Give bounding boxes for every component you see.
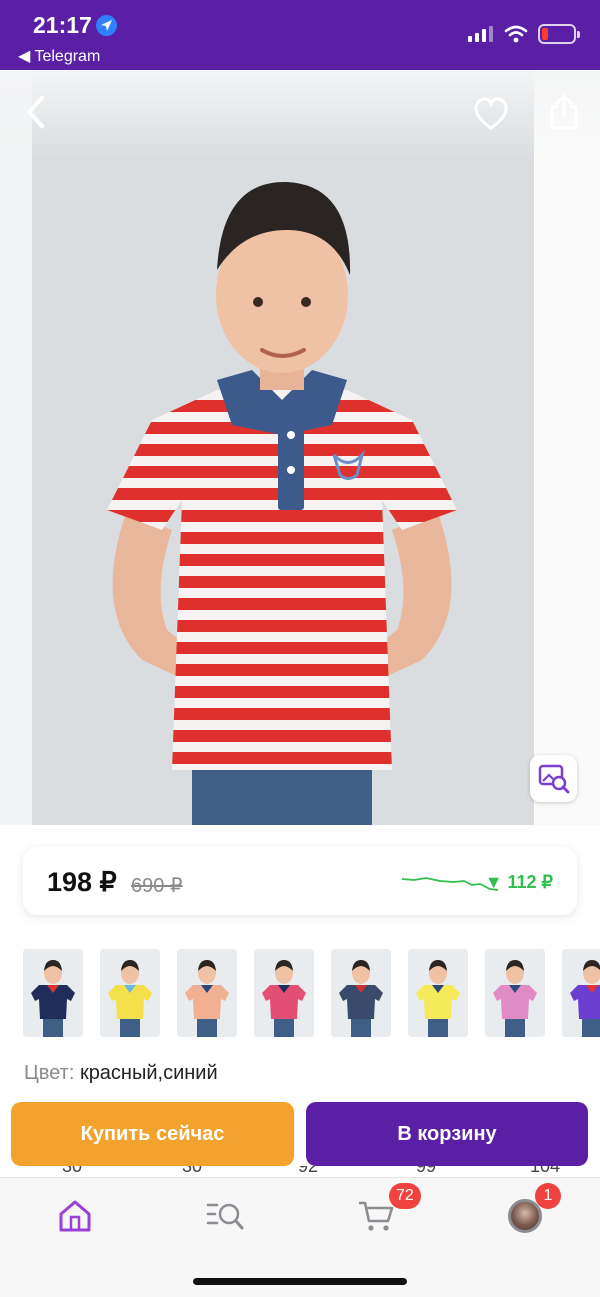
old-price: 690 ₽ — [131, 875, 183, 897]
peek-value: 92 — [298, 1166, 319, 1176]
product-photo-boy-striped-polo — [107, 181, 457, 825]
nav-catalog-search[interactable] — [201, 1194, 249, 1238]
chevron-left-icon — [27, 96, 44, 128]
status-bar: 21:17 ◀ Telegram — [0, 0, 600, 70]
color-info: Цвет: красный,синий — [24, 1062, 218, 1085]
battery-icon — [538, 24, 580, 44]
variant-thumbnail[interactable] — [408, 949, 468, 1037]
favorite-button[interactable] — [469, 92, 513, 136]
price-card: 198 ₽ 690 ₽ ▼ 112 ₽ — [23, 847, 577, 915]
product-image-gallery[interactable] — [0, 70, 600, 825]
variant-thumbnail[interactable] — [100, 949, 160, 1037]
variant-thumbnail[interactable] — [331, 949, 391, 1037]
back-button[interactable] — [14, 90, 58, 134]
nav-home[interactable] — [51, 1194, 99, 1238]
variant-thumbnail[interactable] — [485, 949, 545, 1037]
current-price: 198 ₽ — [47, 867, 117, 897]
price-drop-amount: ▼ 112 ₽ — [484, 872, 553, 892]
back-to-telegram-link[interactable]: ◀ Telegram — [18, 46, 100, 66]
image-search-button[interactable] — [530, 755, 577, 802]
profile-badge: 1 — [535, 1183, 561, 1209]
share-button[interactable] — [542, 90, 586, 134]
cellular-signal-icon — [468, 26, 493, 42]
status-time: 21:17 — [33, 12, 92, 38]
peek-value: 99 — [416, 1166, 437, 1176]
heart-icon — [474, 97, 508, 130]
variant-thumbnail[interactable] — [23, 949, 83, 1037]
color-value: красный,синий — [79, 1062, 218, 1084]
cart-badge: 72 — [389, 1183, 421, 1209]
peek-value: 104 — [530, 1166, 561, 1176]
variant-thumbnail[interactable] — [562, 949, 600, 1037]
variant-thumbnails — [23, 949, 600, 1039]
color-label: Цвет: — [24, 1062, 75, 1084]
wifi-icon — [504, 25, 528, 43]
image-search-icon — [538, 764, 569, 793]
share-icon — [550, 94, 578, 130]
peek-value: 30 — [62, 1166, 83, 1176]
cart-icon — [359, 1201, 394, 1231]
home-icon — [59, 1200, 91, 1232]
buy-now-button[interactable]: Купить сейчас — [11, 1102, 294, 1166]
add-to-cart-button[interactable]: В корзину — [306, 1102, 588, 1166]
variant-thumbnail[interactable] — [177, 949, 237, 1037]
peek-value: 30 — [182, 1166, 203, 1176]
catalog-search-icon — [206, 1203, 244, 1230]
location-arrow-icon — [96, 15, 117, 36]
home-indicator — [193, 1278, 407, 1285]
variant-thumbnail[interactable] — [254, 949, 314, 1037]
